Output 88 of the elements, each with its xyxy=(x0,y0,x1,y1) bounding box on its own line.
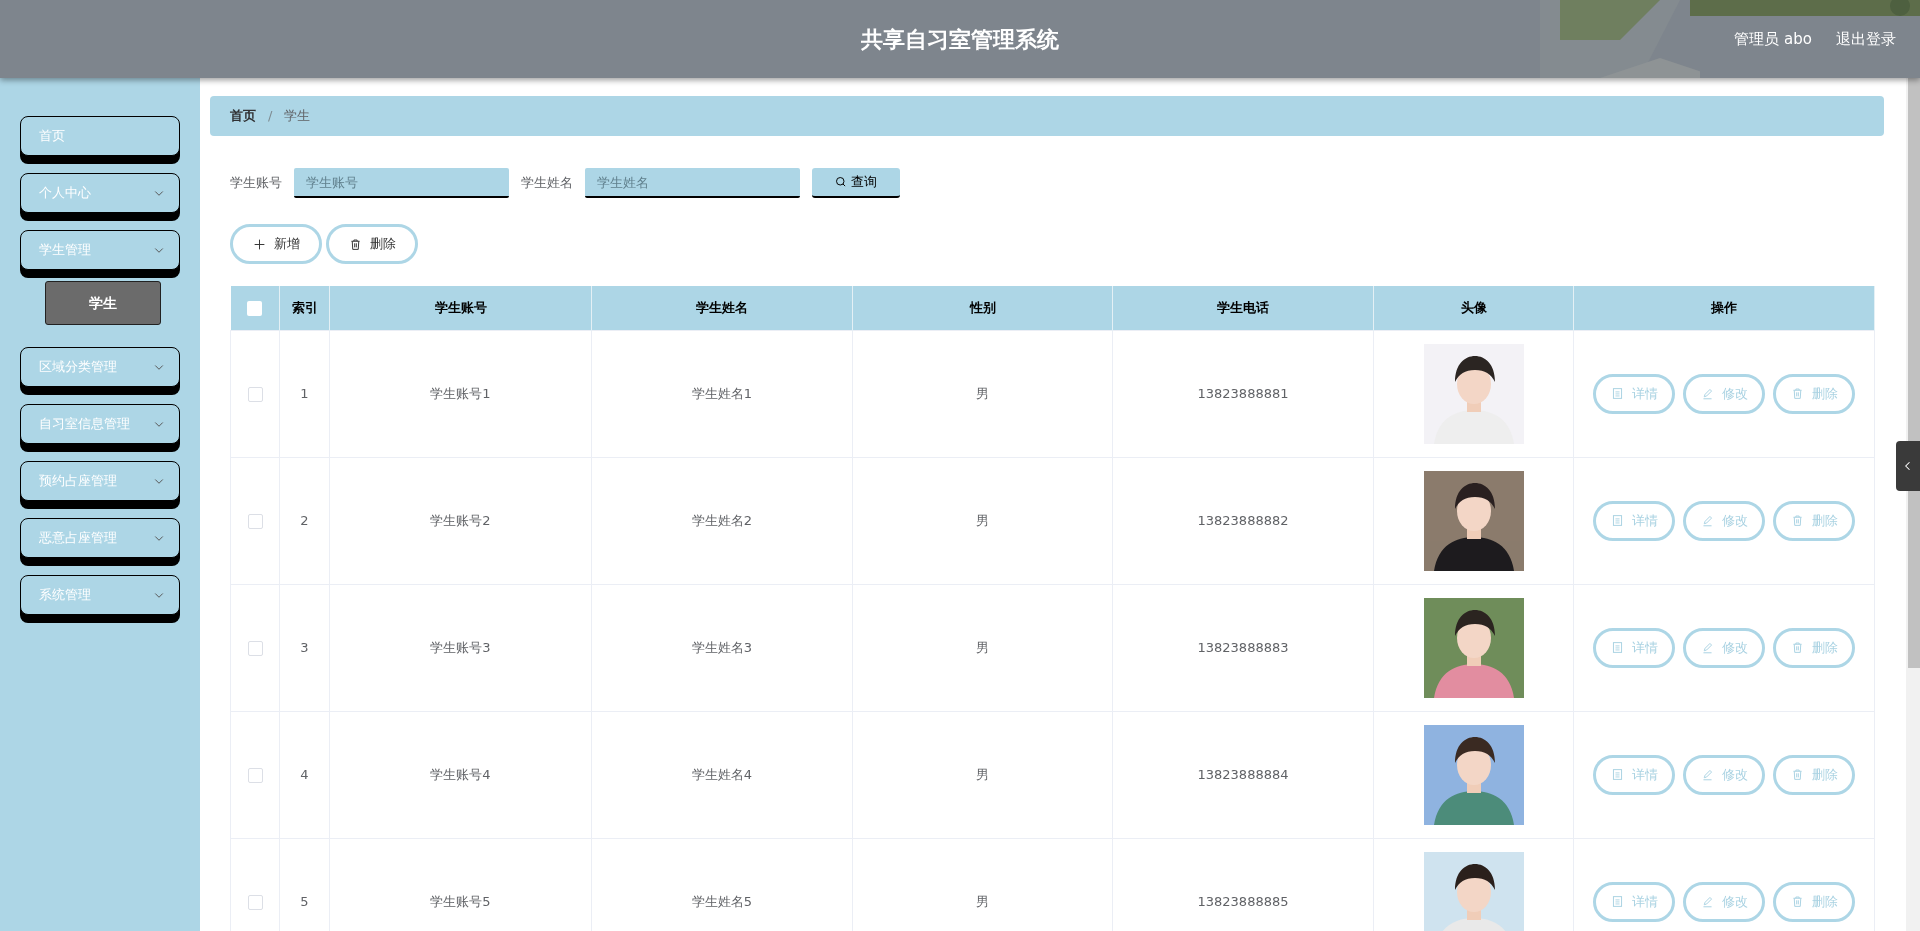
document-icon xyxy=(1610,387,1624,400)
detail-button[interactable]: 详情 xyxy=(1593,754,1675,795)
breadcrumb-current: 学生 xyxy=(284,107,311,126)
table-cell: 13823888884 xyxy=(1197,766,1289,782)
field-label: 学生姓名 xyxy=(521,174,573,193)
delete-button[interactable]: 删除 xyxy=(1773,373,1855,414)
trash-icon xyxy=(1790,768,1804,781)
edit-button[interactable]: 修改 xyxy=(1683,754,1765,795)
checkbox[interactable] xyxy=(247,386,263,402)
table-cell: 学生姓名5 xyxy=(691,893,753,909)
delete-button[interactable]: 删除 xyxy=(326,224,418,264)
row-index: 1 xyxy=(300,385,309,401)
edit-button[interactable]: 修改 xyxy=(1683,627,1765,668)
user-name: 管理员 abo xyxy=(1734,28,1812,50)
breadcrumb-link[interactable]: 首页 xyxy=(230,106,256,126)
table-cell: 13823888885 xyxy=(1197,893,1289,909)
column-header: 性别 xyxy=(969,300,996,315)
table-cell: 13823888882 xyxy=(1197,512,1289,528)
column-header: 头像 xyxy=(1460,300,1487,315)
checkbox[interactable] xyxy=(247,767,263,783)
checkbox[interactable] xyxy=(247,513,263,529)
pencil-icon xyxy=(1700,641,1714,654)
detail-button[interactable]: 详情 xyxy=(1593,627,1675,668)
table-cell: 学生账号5 xyxy=(430,893,491,909)
app-title: 共享自习室管理系统 xyxy=(861,25,1059,54)
column-header: 索引 xyxy=(291,300,318,315)
trash-icon xyxy=(1790,514,1804,527)
scrollbar[interactable] xyxy=(1906,78,1920,931)
input-field[interactable]: 学生账号 xyxy=(294,168,509,198)
table-cell: 男 xyxy=(976,385,989,401)
edit-button[interactable]: 修改 xyxy=(1683,373,1765,414)
detail-button[interactable]: 详情 xyxy=(1593,500,1675,541)
add-button[interactable]: 新增 xyxy=(230,224,322,264)
table-cell: 学生账号4 xyxy=(430,766,491,782)
table-cell: 男 xyxy=(976,512,989,528)
table-cell: 学生账号3 xyxy=(430,639,491,655)
checkbox[interactable] xyxy=(247,640,263,656)
delete-button[interactable]: 删除 xyxy=(1773,500,1855,541)
table-cell: 学生姓名2 xyxy=(691,512,753,528)
column-header: 学生姓名 xyxy=(696,300,748,315)
document-icon xyxy=(1610,895,1624,908)
table-cell: 13823888881 xyxy=(1197,385,1289,401)
pencil-icon xyxy=(1700,514,1714,527)
search-icon xyxy=(835,176,847,188)
scrollbar-thumb[interactable] xyxy=(1908,78,1920,668)
row-index: 2 xyxy=(300,512,309,528)
column-header: 操作 xyxy=(1711,300,1737,315)
document-icon xyxy=(1610,641,1624,654)
table-cell: 13823888883 xyxy=(1197,639,1289,655)
table-cell: 学生账号2 xyxy=(430,512,491,528)
checkbox[interactable] xyxy=(247,301,263,316)
plus-icon xyxy=(252,237,266,251)
document-icon xyxy=(1610,514,1624,527)
pencil-icon xyxy=(1700,895,1714,908)
edit-button[interactable]: 修改 xyxy=(1683,500,1765,541)
delete-button[interactable]: 删除 xyxy=(1773,881,1855,922)
pencil-icon xyxy=(1700,768,1714,781)
table-cell: 学生姓名4 xyxy=(691,766,753,782)
detail-button[interactable]: 详情 xyxy=(1593,881,1675,922)
logout-link[interactable]: 退出登录 xyxy=(1836,27,1896,51)
delete-button[interactable]: 删除 xyxy=(1773,627,1855,668)
delete-button[interactable]: 删除 xyxy=(1773,754,1855,795)
trash-icon xyxy=(1790,387,1804,400)
trash-icon xyxy=(1790,895,1804,908)
column-header: 学生账号 xyxy=(434,300,487,315)
table-cell: 男 xyxy=(976,893,989,909)
detail-button[interactable]: 详情 xyxy=(1593,373,1675,414)
checkbox[interactable] xyxy=(247,894,263,910)
row-index: 3 xyxy=(300,639,309,655)
table-cell: 男 xyxy=(976,766,989,782)
field-label: 学生账号 xyxy=(230,174,282,193)
edit-button[interactable]: 修改 xyxy=(1683,881,1765,922)
table-cell: 学生姓名3 xyxy=(691,639,753,655)
table-cell: 学生姓名1 xyxy=(691,385,753,401)
row-index: 5 xyxy=(300,893,309,909)
row-index: 4 xyxy=(300,766,309,782)
trash-icon xyxy=(348,237,362,251)
search-button[interactable]: 查询 xyxy=(812,168,900,198)
document-icon xyxy=(1610,768,1624,781)
breadcrumb-separator: / xyxy=(268,107,273,126)
column-header: 学生电话 xyxy=(1217,300,1269,315)
submenu-item[interactable]: 学生 xyxy=(45,281,161,325)
input-field[interactable]: 学生姓名 xyxy=(585,168,800,198)
pencil-icon xyxy=(1700,387,1714,400)
table-cell: 男 xyxy=(976,639,989,655)
trash-icon xyxy=(1790,641,1804,654)
side-tab[interactable] xyxy=(1896,441,1920,491)
table-cell: 学生账号1 xyxy=(430,385,491,401)
